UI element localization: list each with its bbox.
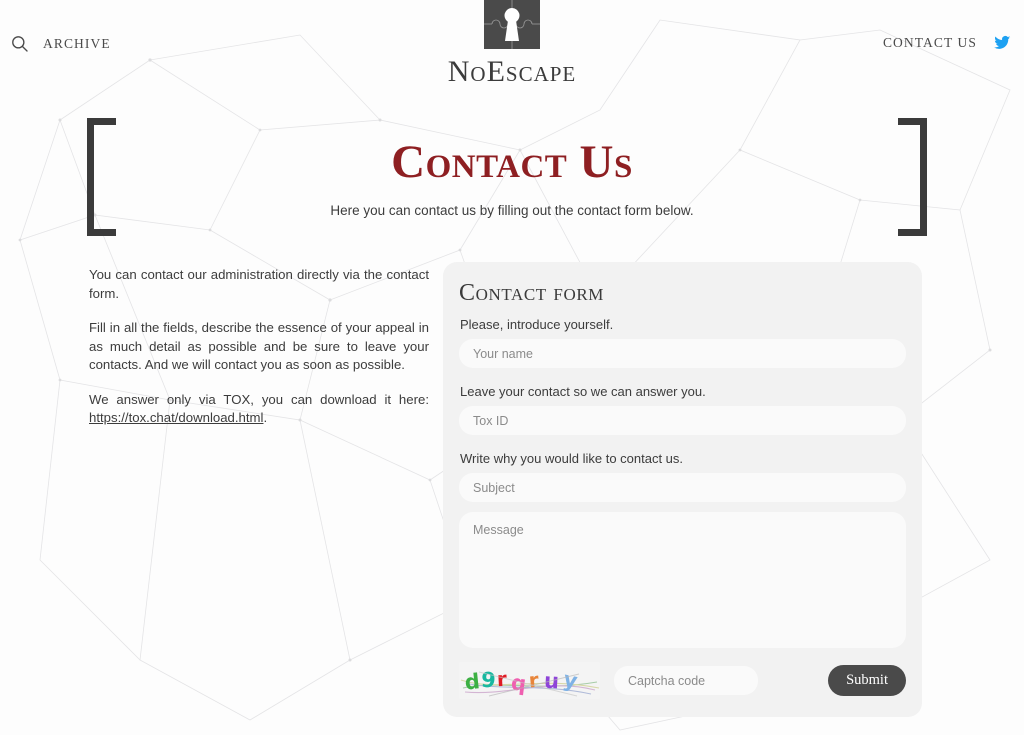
- nav-link-contact-us[interactable]: CONTACT US: [883, 35, 977, 51]
- tox-id-input[interactable]: [459, 406, 906, 435]
- subject-input[interactable]: [459, 473, 906, 502]
- intro-paragraph-3: We answer only via TOX, you can download…: [89, 391, 429, 428]
- contact-form-title: Contact form: [459, 280, 604, 306]
- svg-text:9: 9: [480, 668, 496, 693]
- message-textarea[interactable]: [459, 512, 906, 648]
- twitter-icon[interactable]: [993, 34, 1012, 51]
- brand-name[interactable]: NoEscape: [448, 57, 577, 87]
- intro-paragraph-1: You can contact our administration direc…: [89, 267, 429, 301]
- contact-form-card: Contact form Please, introduce yourself.…: [443, 262, 922, 717]
- page-title: Contact Us: [391, 136, 633, 188]
- brand-block: NoEscape: [0, 0, 1024, 87]
- svg-text:d: d: [464, 669, 481, 694]
- decorative-bracket-right: [898, 118, 927, 236]
- header-nav-right: CONTACT US: [883, 34, 1012, 51]
- page-subtitle: Here you can contact us by filling out t…: [330, 202, 694, 218]
- intro-text-column: You can contact our administration direc…: [89, 266, 429, 428]
- puzzle-keyhole-logo-icon[interactable]: [484, 0, 540, 49]
- submit-button[interactable]: Submit: [828, 665, 906, 696]
- page-title-block: Contact Us Here you can contact us by fi…: [0, 118, 1024, 240]
- name-field-label: Please, introduce yourself.: [460, 317, 614, 332]
- intro-paragraph-3-prefix: We answer only via TOX, you can download…: [89, 391, 429, 407]
- tox-download-link[interactable]: https://tox.chat/download.html: [89, 410, 263, 425]
- intro-paragraph-2: Fill in all the fields, describe the ess…: [89, 320, 429, 372]
- contact-field-label: Leave your contact so we can answer you.: [460, 384, 706, 399]
- captcha-input[interactable]: [614, 666, 758, 695]
- site-header: ARCHIVE NoEscape CONTACT US: [0, 0, 1024, 96]
- decorative-bracket-left: [87, 118, 116, 236]
- captcha-row: d 9 r q r u y Submit: [459, 662, 906, 699]
- captcha-image[interactable]: d 9 r q r u y: [459, 662, 600, 699]
- page-root: ARCHIVE NoEscape CONTACT US Contact Us H…: [0, 0, 1024, 735]
- name-input[interactable]: [459, 339, 906, 368]
- main-content: You can contact our administration direc…: [0, 262, 1024, 732]
- intro-paragraph-3-suffix: .: [263, 410, 268, 425]
- subject-field-label: Write why you would like to contact us.: [460, 451, 684, 466]
